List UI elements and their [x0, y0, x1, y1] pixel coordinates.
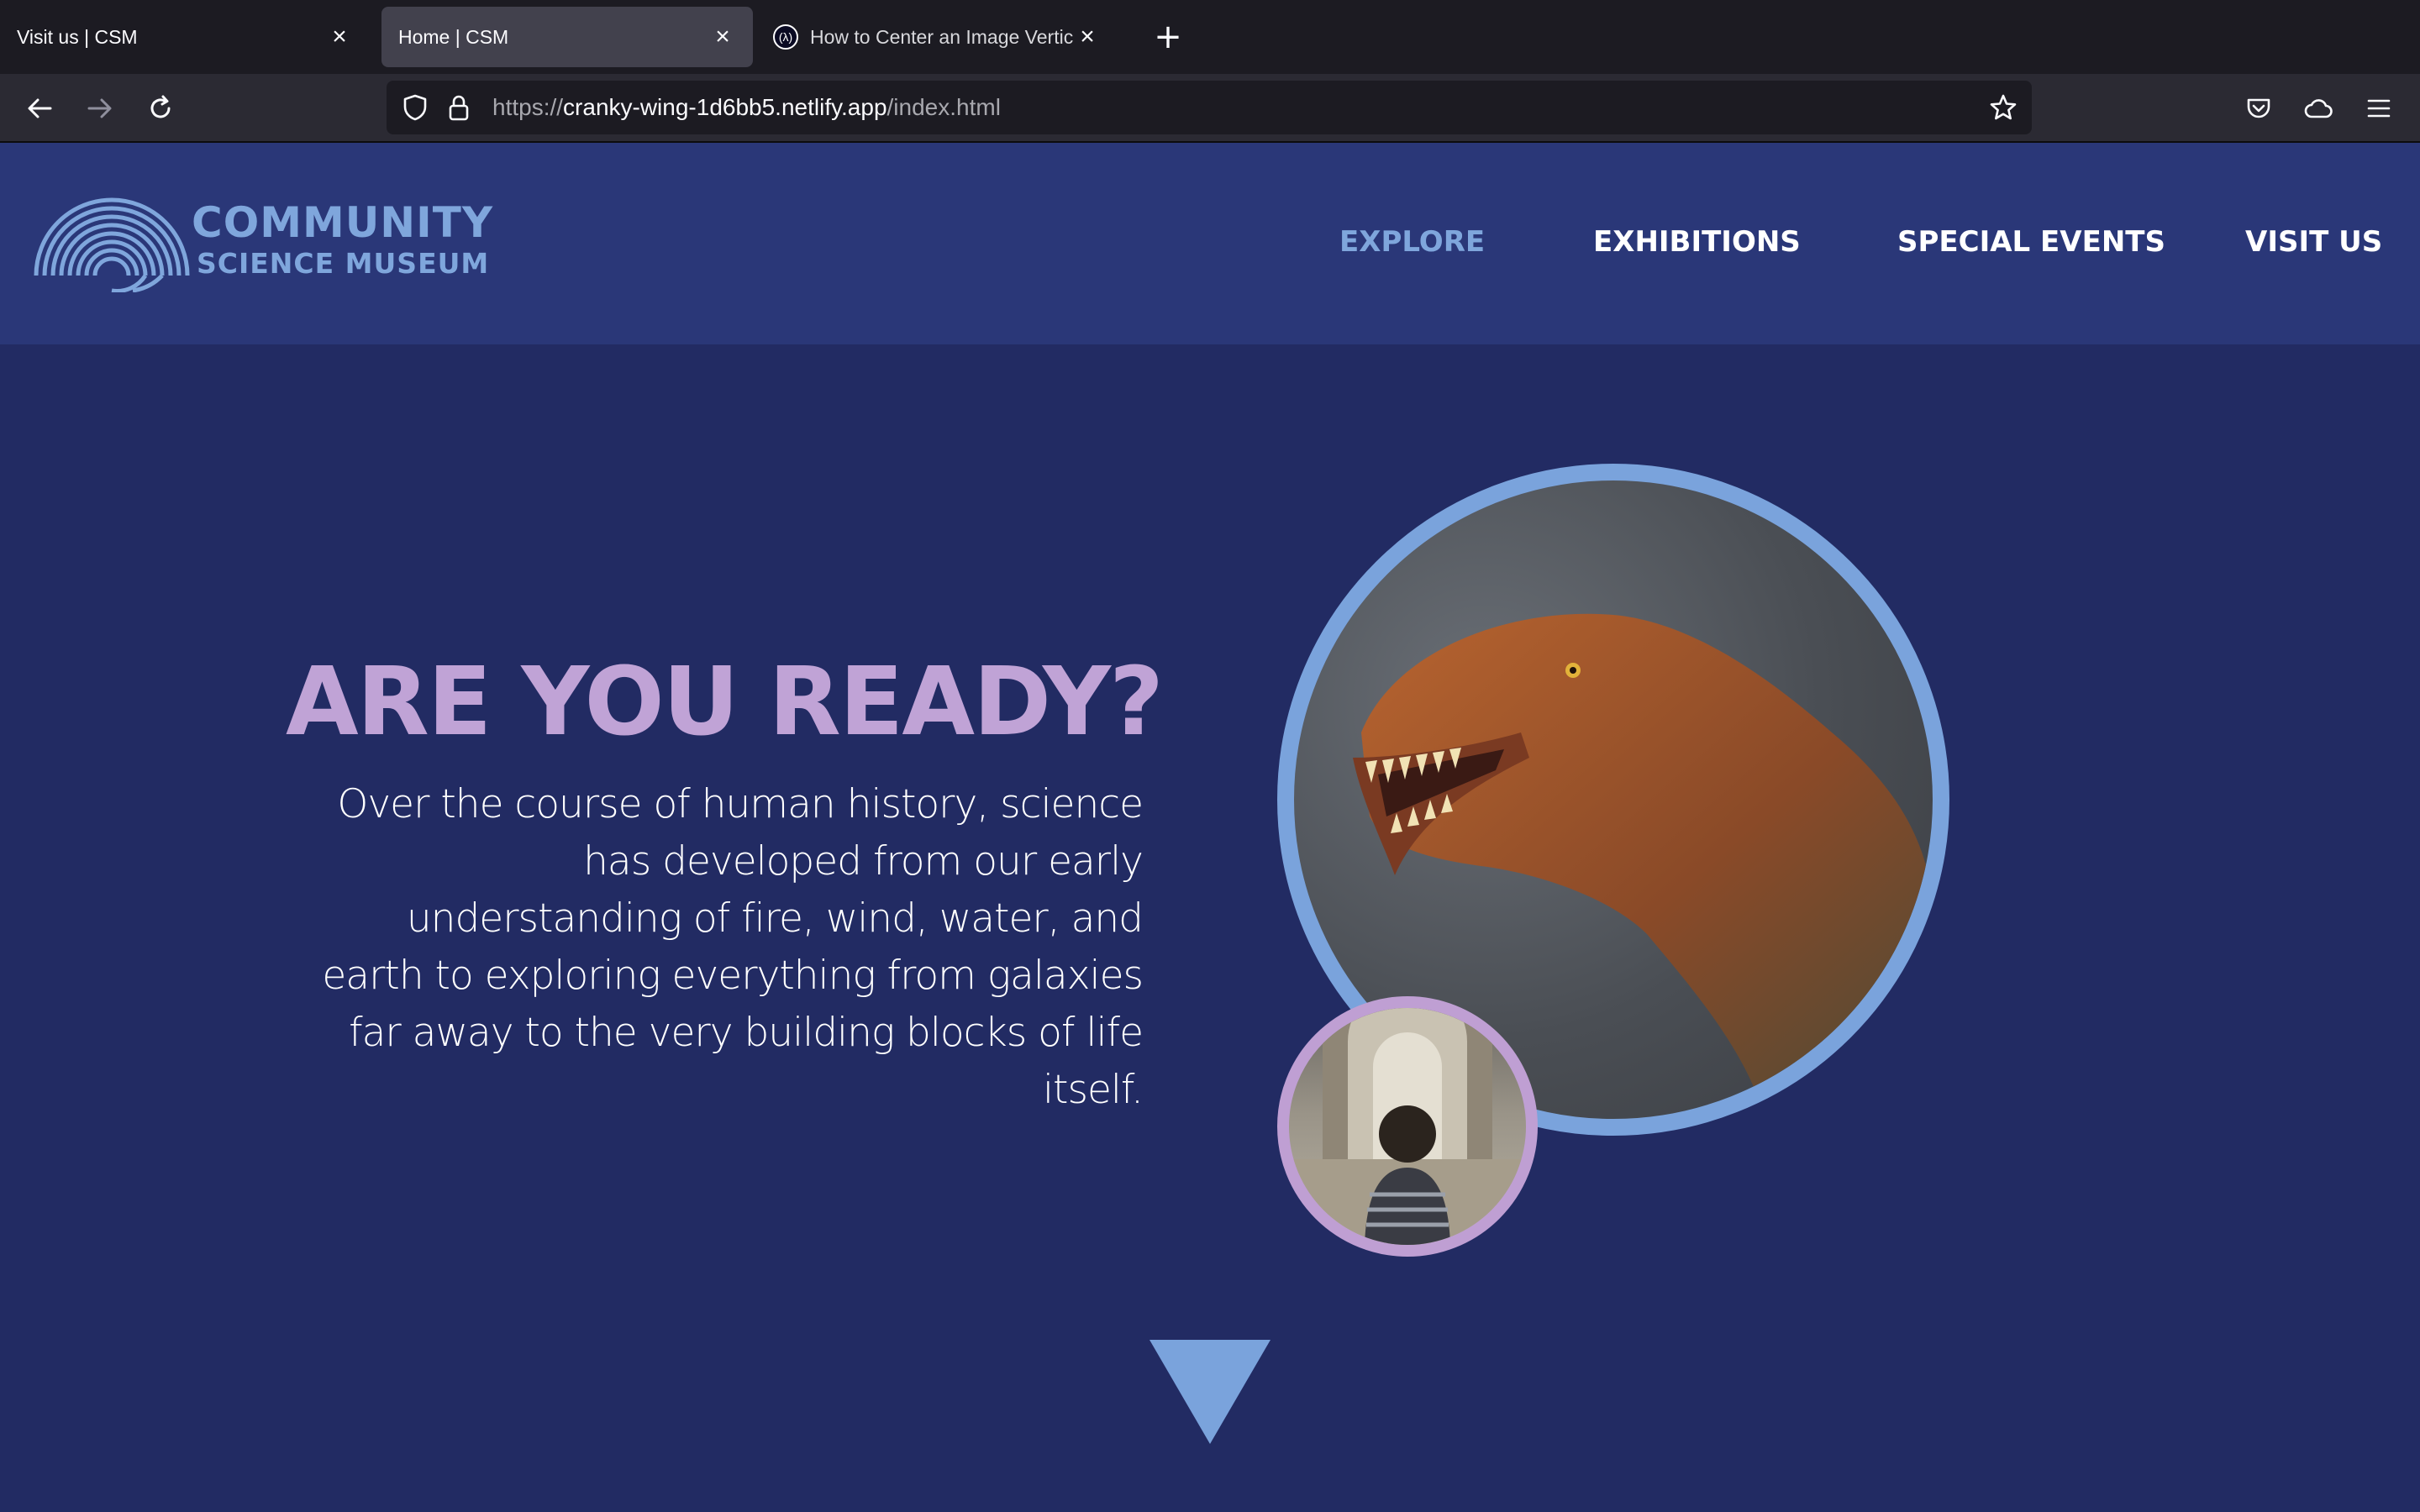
bookmark-star-icon[interactable]: [1988, 92, 2018, 123]
freecodecamp-icon: (λ): [773, 24, 798, 50]
nav-special-events[interactable]: SPECIAL EVENTS: [1897, 225, 2165, 267]
site-header: COMMUNITY SCIENCE MUSEUM EXPLORE EXHIBIT…: [0, 143, 2420, 344]
close-icon[interactable]: ×: [709, 23, 736, 50]
tab-title: Visit us | CSM: [17, 25, 138, 48]
logo-text-science-museum: SCIENCE MUSEUM: [197, 247, 490, 280]
url-text[interactable]: https://cranky-wing-1d6bb5.netlify.app/i…: [492, 81, 1001, 134]
tab-visit-us[interactable]: Visit us | CSM ×: [0, 7, 370, 67]
shield-icon[interactable]: [400, 92, 430, 123]
close-icon[interactable]: ×: [1074, 23, 1101, 50]
pocket-icon[interactable]: [2238, 87, 2280, 129]
account-cloud-icon[interactable]: [2297, 87, 2339, 129]
scroll-down-triangle-icon[interactable]: [1150, 1340, 1270, 1444]
site-logo[interactable]: COMMUNITY SCIENCE MUSEUM: [32, 175, 492, 292]
boy-in-museum-illustration: [1289, 1008, 1526, 1245]
lock-icon[interactable]: [444, 92, 474, 123]
hero-body-text: Over the course of human history, scienc…: [322, 781, 1144, 1113]
url-scheme: https://: [492, 94, 564, 120]
tab-center-image[interactable]: (λ) How to Center an Image Vertica ×: [756, 7, 1118, 67]
address-bar[interactable]: https://cranky-wing-1d6bb5.netlify.app/i…: [387, 81, 2032, 134]
nav-exhibitions[interactable]: EXHIBITIONS: [1593, 225, 1801, 267]
browser-toolbar: https://cranky-wing-1d6bb5.netlify.app/i…: [0, 74, 2420, 143]
url-host: cranky-wing-1d6bb5.netlify.app: [563, 94, 887, 120]
reload-icon[interactable]: [139, 87, 182, 129]
museum-hall-image: [1277, 996, 1538, 1257]
menu-hamburger-icon[interactable]: [2358, 87, 2400, 129]
new-tab-plus-icon[interactable]: +: [1150, 18, 1186, 55]
logo-text-community: COMMUNITY: [192, 198, 494, 247]
tab-home[interactable]: Home | CSM ×: [381, 7, 753, 67]
nav-visit-us[interactable]: VISIT US: [2245, 225, 2382, 267]
nav-explore[interactable]: EXPLORE: [1339, 225, 1485, 267]
forward-arrow-icon[interactable]: [79, 87, 121, 129]
hero-title: ARE YOU READY?: [286, 648, 1164, 757]
tab-title: Home | CSM: [398, 25, 509, 48]
tab-title: How to Center an Image Vertica: [810, 25, 1074, 48]
back-arrow-icon[interactable]: [18, 87, 60, 129]
logo-arc-icon: [34, 197, 190, 292]
close-icon[interactable]: ×: [326, 23, 353, 50]
url-path: /index.html: [886, 94, 1001, 120]
browser-tab-bar: Visit us | CSM × Home | CSM × (λ) How to…: [0, 0, 2420, 74]
